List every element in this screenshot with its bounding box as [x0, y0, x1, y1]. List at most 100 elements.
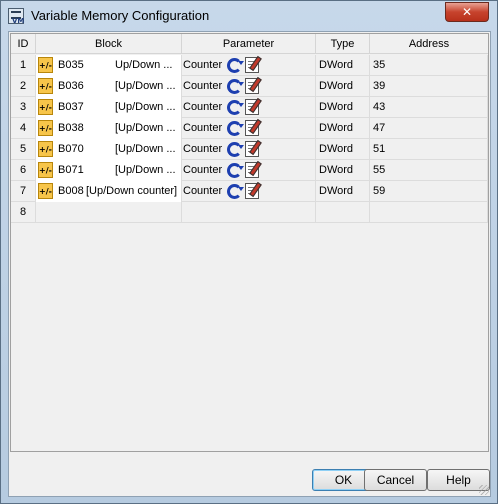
cancel-button[interactable]: Cancel	[364, 469, 427, 491]
row-parameter-cell[interactable]	[182, 202, 316, 223]
row-id-cell[interactable]: 3	[11, 97, 36, 118]
row-id-cell[interactable]: 8	[11, 202, 36, 223]
table-row[interactable]: 2 +/- B036 [Up/Down ... Counter DWord 39	[11, 76, 488, 97]
counter-icon	[227, 184, 242, 199]
row-block-cell[interactable]: +/- B036 [Up/Down ...	[36, 76, 182, 97]
row-address-cell[interactable]: 59	[370, 181, 488, 202]
counter-icon	[227, 163, 242, 178]
block-id: B035	[58, 59, 84, 71]
dialog-client: ID Block Parameter Type Address 1 +/- B035…	[8, 31, 491, 497]
block-name: [Up/Down ...	[115, 143, 176, 155]
block-id: B038	[58, 122, 84, 134]
row-type-cell[interactable]	[316, 202, 370, 223]
edit-icon[interactable]	[245, 183, 259, 199]
column-header-type[interactable]: Type	[316, 34, 370, 54]
row-block-cell[interactable]: +/- B070 [Up/Down ...	[36, 139, 182, 160]
parameter-label: Counter	[183, 80, 223, 92]
row-type-cell[interactable]: DWord	[316, 181, 370, 202]
parameter-label: Counter	[183, 185, 223, 197]
block-id: B070	[58, 143, 84, 155]
updown-counter-block-icon: +/-	[38, 99, 53, 115]
row-id-cell[interactable]: 4	[11, 118, 36, 139]
row-parameter-cell[interactable]: Counter	[182, 76, 316, 97]
row-type-cell[interactable]: DWord	[316, 76, 370, 97]
dialog-window: VM Variable Memory Configuration ✕ ID Bl…	[0, 0, 498, 504]
column-header-address[interactable]: Address	[370, 34, 488, 54]
row-id-cell[interactable]: 5	[11, 139, 36, 160]
row-parameter-cell[interactable]: Counter	[182, 139, 316, 160]
edit-icon[interactable]	[245, 141, 259, 157]
block-name: [Up/Down counter]	[86, 185, 178, 197]
edit-icon[interactable]	[245, 57, 259, 73]
block-name: [Up/Down ...	[115, 80, 176, 92]
row-block-cell[interactable]: +/- B008 [Up/Down counter]	[36, 181, 182, 202]
row-type-cell[interactable]: DWord	[316, 97, 370, 118]
updown-counter-block-icon: +/-	[38, 57, 53, 73]
row-id-cell[interactable]: 2	[11, 76, 36, 97]
parameter-label: Counter	[183, 101, 223, 113]
window-title: Variable Memory Configuration	[31, 8, 210, 23]
column-header-id[interactable]: ID	[11, 34, 36, 54]
row-address-cell[interactable]: 39	[370, 76, 488, 97]
app-icon: VM	[8, 8, 24, 25]
row-id-cell[interactable]: 6	[11, 160, 36, 181]
row-address-cell[interactable]	[370, 202, 488, 223]
column-header-parameter[interactable]: Parameter	[182, 34, 316, 54]
column-header-block[interactable]: Block	[36, 34, 182, 54]
row-address-cell[interactable]: 51	[370, 139, 488, 160]
title-bar[interactable]: VM Variable Memory Configuration ✕	[1, 1, 497, 31]
updown-counter-block-icon: +/-	[38, 141, 53, 157]
table-row[interactable]: 4 +/- B038 [Up/Down ... Counter DWord 47	[11, 118, 488, 139]
table-row[interactable]: 8	[11, 202, 488, 223]
row-address-cell[interactable]: 35	[370, 55, 488, 76]
block-id: B036	[58, 80, 84, 92]
row-block-cell[interactable]: +/- B071 [Up/Down ...	[36, 160, 182, 181]
edit-icon[interactable]	[245, 78, 259, 94]
updown-counter-block-icon: +/-	[38, 183, 53, 199]
counter-icon	[227, 142, 242, 157]
edit-icon[interactable]	[245, 162, 259, 178]
updown-counter-block-icon: +/-	[38, 162, 53, 178]
table-row[interactable]: 7 +/- B008 [Up/Down counter] Counter DWord 59	[11, 181, 488, 202]
row-id-cell[interactable]: 7	[11, 181, 36, 202]
block-name: [Up/Down ...	[115, 101, 176, 113]
row-address-cell[interactable]: 47	[370, 118, 488, 139]
row-type-cell[interactable]: DWord	[316, 139, 370, 160]
row-type-cell[interactable]: DWord	[316, 118, 370, 139]
row-block-cell[interactable]: +/- B037 [Up/Down ...	[36, 97, 182, 118]
counter-icon	[227, 58, 242, 73]
updown-counter-block-icon: +/-	[38, 120, 53, 136]
resize-grip[interactable]	[479, 485, 489, 495]
row-address-cell[interactable]: 55	[370, 160, 488, 181]
row-type-cell[interactable]: DWord	[316, 160, 370, 181]
updown-counter-block-icon: +/-	[38, 78, 53, 94]
counter-icon	[227, 79, 242, 94]
block-id: B071	[58, 164, 84, 176]
parameter-label: Counter	[183, 122, 223, 134]
row-parameter-cell[interactable]: Counter	[182, 160, 316, 181]
row-id-cell[interactable]: 1	[11, 55, 36, 76]
block-name: Up/Down ...	[115, 59, 173, 71]
table-row[interactable]: 6 +/- B071 [Up/Down ... Counter DWord 55	[11, 160, 488, 181]
table-row[interactable]: 5 +/- B070 [Up/Down ... Counter DWord 51	[11, 139, 488, 160]
row-parameter-cell[interactable]: Counter	[182, 55, 316, 76]
row-block-cell[interactable]: +/- B035 Up/Down ...	[36, 55, 182, 76]
row-parameter-cell[interactable]: Counter	[182, 97, 316, 118]
table-row[interactable]: 1 +/- B035 Up/Down ... Counter DWord 35	[11, 55, 488, 76]
edit-icon[interactable]	[245, 120, 259, 136]
row-address-cell[interactable]: 43	[370, 97, 488, 118]
memory-table: ID Block Parameter Type Address 1 +/- B035…	[10, 33, 489, 452]
row-type-cell[interactable]: DWord	[316, 55, 370, 76]
row-parameter-cell[interactable]: Counter	[182, 118, 316, 139]
parameter-label: Counter	[183, 164, 223, 176]
edit-icon[interactable]	[245, 99, 259, 115]
row-block-cell[interactable]	[36, 202, 182, 223]
table-row[interactable]: 3 +/- B037 [Up/Down ... Counter DWord 43	[11, 97, 488, 118]
block-name: [Up/Down ...	[115, 122, 176, 134]
block-name: [Up/Down ...	[115, 164, 176, 176]
row-block-cell[interactable]: +/- B038 [Up/Down ...	[36, 118, 182, 139]
close-button[interactable]: ✕	[445, 2, 489, 22]
row-parameter-cell[interactable]: Counter	[182, 181, 316, 202]
block-id: B008	[58, 185, 84, 197]
counter-icon	[227, 100, 242, 115]
